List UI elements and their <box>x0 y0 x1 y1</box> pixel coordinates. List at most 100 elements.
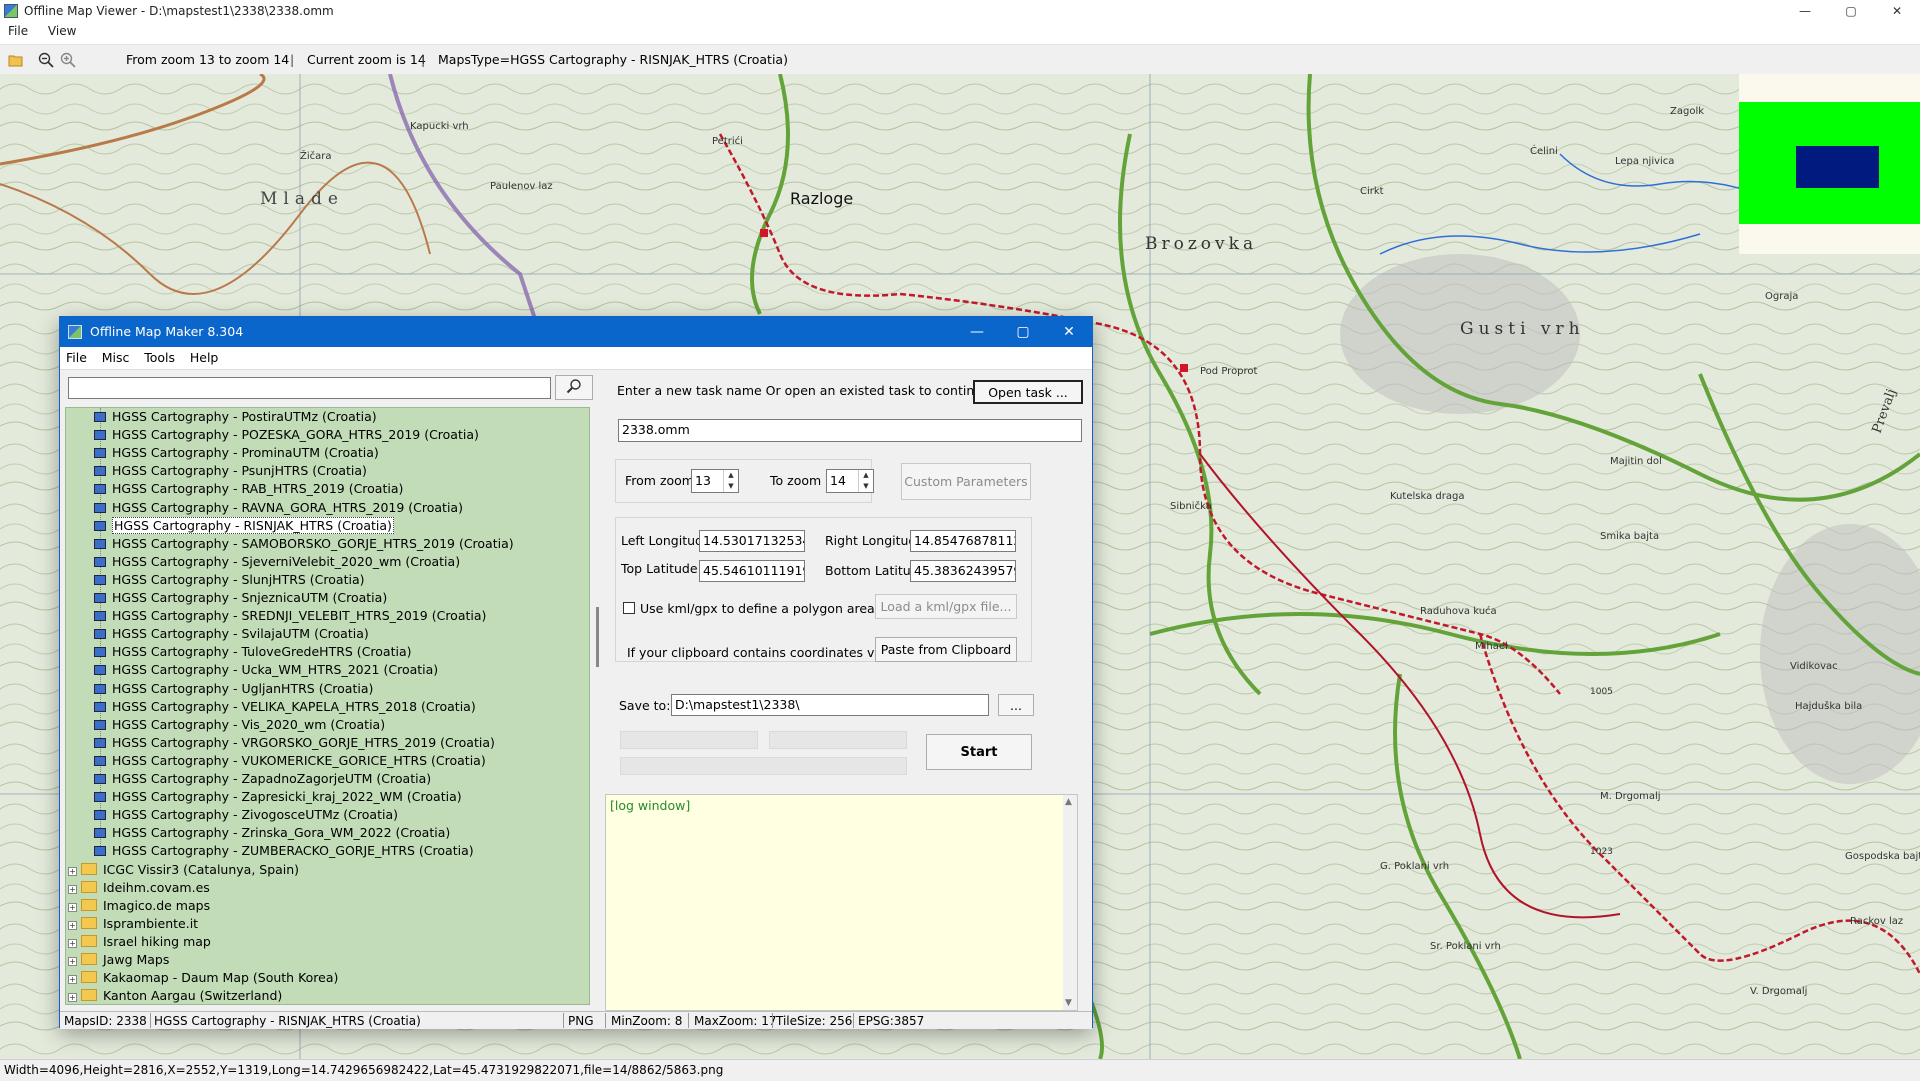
tree-map-item[interactable]: HGSS Cartography - SAMOBORSKO_GORJE_HTRS… <box>94 535 514 553</box>
tree-item-label: ICGC Vissir3 (Catalunya, Spain) <box>103 861 300 877</box>
start-button[interactable]: Start <box>926 734 1032 770</box>
tree-map-item[interactable]: HGSS Cartography - TuloveGredeHTRS (Croa… <box>94 643 412 661</box>
tree-item-label: HGSS Cartography - PostiraUTMz (Croatia) <box>112 409 377 424</box>
menu-view[interactable]: View <box>40 22 84 40</box>
tree-map-item[interactable]: HGSS Cartography - SlunjHTRS (Croatia) <box>94 571 365 589</box>
expand-icon[interactable]: + <box>68 920 77 930</box>
tree-map-item[interactable]: HGSS Cartography - ProminaUTM (Croatia) <box>94 444 379 462</box>
map-file-icon <box>94 556 106 567</box>
expand-icon[interactable]: + <box>68 957 77 966</box>
expand-icon[interactable]: + <box>68 884 77 894</box>
tree-folder-item[interactable]: + Ideihm.covam.es <box>68 879 210 897</box>
map-file-icon <box>94 701 106 712</box>
status-text: Width=4096,Height=2816,X=2552,Y=1319,Lon… <box>4 1063 724 1077</box>
custom-parameters-button[interactable]: Custom Parameters <box>901 463 1031 500</box>
overview-minimap[interactable] <box>1739 74 1920 254</box>
browse-button[interactable]: ... <box>998 694 1034 716</box>
zoom-range-label: From zoom 13 to zoom 14 <box>126 52 290 67</box>
dialog-maximize-button[interactable]: ▢ <box>1000 317 1046 347</box>
tree-folder-item[interactable]: + Jawg Maps <box>68 951 169 969</box>
map-file-icon <box>94 629 106 640</box>
tree-map-item[interactable]: HGSS Cartography - SREDNJI_VELEBIT_HTRS_… <box>94 607 486 625</box>
map-file-icon <box>94 683 106 694</box>
map-label: Gospodska bajta <box>1845 851 1920 862</box>
overview-viewport[interactable] <box>1796 146 1879 188</box>
tree-map-item[interactable]: HGSS Cartography - RAVNA_GORA_HTRS_2019 … <box>94 499 463 517</box>
dialog-close-button[interactable]: ✕ <box>1046 317 1092 347</box>
tree-folder-item[interactable]: + Isprambiente.it <box>68 915 198 933</box>
map-file-icon <box>94 466 106 477</box>
dialog-minimize-button[interactable]: — <box>954 317 1000 347</box>
left-longitude-input[interactable]: 14.5301713253429 <box>699 530 805 552</box>
map-label: Kutelska draga <box>1390 491 1464 502</box>
load-kml-button[interactable]: Load a kml/gpx file... <box>875 594 1017 619</box>
save-path-input[interactable]: D:\mapstest1\2338\ <box>671 694 989 716</box>
expand-icon[interactable]: + <box>68 975 77 985</box>
tree-map-item[interactable]: HGSS Cartography - SjeverniVelebit_2020_… <box>94 553 460 571</box>
tree-item-label: HGSS Cartography - ZUMBERACKO_GORJE_HTRS… <box>112 843 474 859</box>
use-kml-checkbox[interactable] <box>623 602 635 614</box>
maps-search-input[interactable] <box>68 377 551 399</box>
tree-item-label: HGSS Cartography - SnjeznicaUTM (Croatia… <box>112 590 388 605</box>
expand-icon[interactable]: + <box>68 902 77 912</box>
folder-icon <box>81 916 97 929</box>
log-window[interactable]: [log window] ▲ ▼ <box>605 794 1078 1011</box>
log-scrollbar[interactable]: ▲ ▼ <box>1063 795 1077 1010</box>
open-task-button[interactable]: Open task ... <box>973 380 1083 404</box>
tree-map-item[interactable]: HGSS Cartography - VRGORSKO_GORJE_HTRS_2… <box>94 734 495 752</box>
task-name-input[interactable]: 2338.omm <box>618 419 1082 442</box>
tree-map-item[interactable]: HGSS Cartography - VUKOMERICKE_GORICE_HT… <box>94 752 486 770</box>
search-button[interactable] <box>555 375 593 400</box>
zoom-in-icon[interactable] <box>58 50 78 70</box>
bottom-latitude-input[interactable]: 45.3836243957982 <box>910 560 1016 582</box>
maximize-button[interactable]: ▢ <box>1828 0 1874 22</box>
map-label: Razloge <box>790 189 853 208</box>
top-latitude-input[interactable]: 45.5461011191941 <box>699 560 805 582</box>
folder-icon <box>81 898 97 911</box>
app-icon <box>68 325 82 339</box>
tree-folder-item[interactable]: + Israel hiking map <box>68 933 211 951</box>
dialog-menu-help[interactable]: Help <box>184 347 224 368</box>
tree-map-item[interactable]: HGSS Cartography - SnjeznicaUTM (Croatia… <box>94 589 387 607</box>
tree-map-item[interactable]: HGSS Cartography - PsunjHTRS (Croatia) <box>94 462 367 480</box>
zoom-out-icon[interactable] <box>36 50 56 70</box>
tree-map-item[interactable]: HGSS Cartography - Vis_2020_wm (Croatia) <box>94 716 385 734</box>
tree-map-item[interactable]: HGSS Cartography - Zapresicki_kraj_2022_… <box>94 788 462 806</box>
minimize-button[interactable]: — <box>1782 0 1828 22</box>
tree-item-label: HGSS Cartography - PsunjHTRS (Croatia) <box>112 463 367 479</box>
expand-icon[interactable]: + <box>68 866 77 876</box>
tree-folder-item[interactable]: + Kakaomap - Daum Map (South Korea) <box>68 969 338 987</box>
map-label: Ćelini <box>1530 144 1558 157</box>
tree-map-item[interactable]: HGSS Cartography - VELIKA_KAPELA_HTRS_20… <box>94 698 476 716</box>
top-latitude-label: Top Latitude <box>621 561 698 576</box>
close-button[interactable]: ✕ <box>1874 0 1920 22</box>
open-folder-icon[interactable] <box>6 50 26 70</box>
dialog-menu-tools[interactable]: Tools <box>138 347 180 368</box>
right-longitude-input[interactable]: 14.85476878112 <box>910 530 1016 552</box>
expand-icon[interactable]: + <box>68 938 77 948</box>
tree-map-item[interactable]: HGSS Cartography - Zrinska_Gora_WM_2022 … <box>94 824 450 842</box>
paste-clipboard-button[interactable]: Paste from Clipboard <box>875 637 1017 662</box>
expand-icon[interactable]: + <box>68 993 77 1003</box>
tree-map-item[interactable]: HGSS Cartography - ZUMBERACKO_GORJE_HTRS… <box>94 842 474 860</box>
tree-folder-item[interactable]: + ICGC Vissir3 (Catalunya, Spain) <box>68 861 299 879</box>
tree-map-item[interactable]: HGSS Cartography - POZESKA_GORA_HTRS_201… <box>94 426 479 444</box>
tree-folder-item[interactable]: + Kanton Aargau (Switzerland) <box>68 987 282 1004</box>
tree-map-item[interactable]: HGSS Cartography - UgljanHTRS (Croatia) <box>94 680 373 698</box>
tree-map-item[interactable]: HGSS Cartography - RISNJAK_HTRS (Croatia… <box>94 516 394 535</box>
dialog-menu-file[interactable]: File <box>60 347 92 368</box>
tree-map-item[interactable]: HGSS Cartography - ZivogosceUTMz (Croati… <box>94 806 398 824</box>
tree-map-item[interactable]: HGSS Cartography - ZapadnoZagorjeUTM (Cr… <box>94 770 431 788</box>
to-zoom-spinner[interactable]: 14 ▲ ▼ <box>826 469 874 493</box>
tree-folder-item[interactable]: + Imagico.de maps <box>68 897 210 915</box>
maps-tree[interactable]: HGSS Cartography - PostiraUTMz (Croatia)… <box>65 407 590 1005</box>
tree-scrollbar[interactable] <box>592 407 605 1005</box>
dialog-menu-misc[interactable]: Misc <box>96 347 135 368</box>
tree-map-item[interactable]: HGSS Cartography - SvilajaUTM (Croatia) <box>94 625 369 643</box>
tree-map-item[interactable]: HGSS Cartography - Ucka_WM_HTRS_2021 (Cr… <box>94 661 438 679</box>
tree-map-item[interactable]: HGSS Cartography - RAB_HTRS_2019 (Croati… <box>94 480 403 498</box>
menu-file[interactable]: File <box>0 22 36 40</box>
from-zoom-spinner[interactable]: 13 ▲ ▼ <box>691 469 739 493</box>
clipboard-label: If your clipboard contains coordinates v… <box>627 645 912 660</box>
tree-map-item[interactable]: HGSS Cartography - PostiraUTMz (Croatia) <box>94 408 377 426</box>
